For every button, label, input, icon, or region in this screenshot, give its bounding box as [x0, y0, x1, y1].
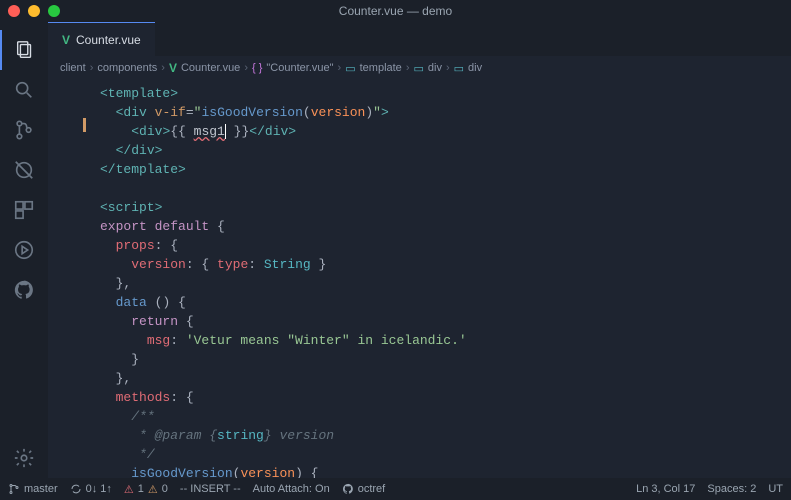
window-title: Counter.vue — demo	[339, 4, 452, 18]
maximize-window-button[interactable]	[48, 5, 60, 17]
encoding-status[interactable]: UT	[768, 483, 783, 495]
vim-mode-status: -- INSERT --	[180, 483, 241, 495]
git-branch-status[interactable]: master	[8, 483, 58, 495]
braces-icon: { }	[252, 62, 262, 74]
chevron-right-icon: ›	[244, 62, 248, 74]
breadcrumbs[interactable]: client › components › V Counter.vue › { …	[48, 56, 791, 80]
cursor-position-status[interactable]: Ln 3, Col 17	[636, 483, 695, 495]
minimize-window-button[interactable]	[28, 5, 40, 17]
modified-line-indicator	[83, 118, 86, 132]
activity-bar	[0, 22, 48, 478]
tab-counter-vue[interactable]: V Counter.vue	[48, 22, 155, 56]
extensions-icon[interactable]	[0, 190, 48, 230]
breadcrumb-item[interactable]: Counter.vue	[181, 62, 240, 74]
chevron-right-icon: ›	[90, 62, 94, 74]
breadcrumb-item[interactable]: components	[97, 62, 157, 74]
settings-icon[interactable]	[0, 438, 48, 478]
debug-icon[interactable]	[0, 150, 48, 190]
breadcrumb-item[interactable]: div	[468, 62, 482, 74]
github-status[interactable]: octref	[342, 483, 386, 495]
chevron-right-icon: ›	[406, 62, 410, 74]
chevron-right-icon: ›	[161, 62, 165, 74]
git-sync-status[interactable]: 0↓ 1↑	[70, 483, 112, 495]
tab-bar: V Counter.vue	[48, 22, 791, 56]
chevron-right-icon: ›	[446, 62, 450, 74]
breadcrumb-item[interactable]: template	[360, 62, 402, 74]
titlebar: Counter.vue — demo	[0, 0, 791, 22]
breadcrumb-item[interactable]: client	[60, 62, 86, 74]
status-bar: master 0↓ 1↑ ⚠1 ⚠0 -- INSERT -- Auto Att…	[0, 478, 791, 500]
liveshare-icon[interactable]	[0, 230, 48, 270]
code-content[interactable]: <template> <div v-if="isGoodVersion(vers…	[100, 80, 791, 478]
breadcrumb-item[interactable]: "Counter.vue"	[266, 62, 333, 74]
symbol-icon: ▭	[345, 62, 355, 75]
symbol-icon: ▭	[413, 62, 423, 75]
editor-area: V Counter.vue client › components › V Co…	[48, 22, 791, 478]
search-icon[interactable]	[0, 70, 48, 110]
vue-file-icon: V	[169, 61, 177, 75]
traffic-lights	[8, 5, 60, 17]
indentation-status[interactable]: Spaces: 2	[707, 483, 756, 495]
close-window-button[interactable]	[8, 5, 20, 17]
tab-label: Counter.vue	[76, 33, 141, 47]
chevron-right-icon: ›	[338, 62, 342, 74]
main-area: V Counter.vue client › components › V Co…	[0, 22, 791, 478]
source-control-icon[interactable]	[0, 110, 48, 150]
gutter	[48, 80, 100, 478]
problems-status[interactable]: ⚠1 ⚠0	[124, 483, 168, 496]
symbol-icon: ▭	[454, 62, 464, 75]
explorer-icon[interactable]	[0, 30, 48, 70]
auto-attach-status[interactable]: Auto Attach: On	[253, 483, 330, 495]
code-editor[interactable]: <template> <div v-if="isGoodVersion(vers…	[48, 80, 791, 478]
vue-file-icon: V	[62, 33, 70, 47]
github-icon[interactable]	[0, 270, 48, 310]
breadcrumb-item[interactable]: div	[428, 62, 442, 74]
